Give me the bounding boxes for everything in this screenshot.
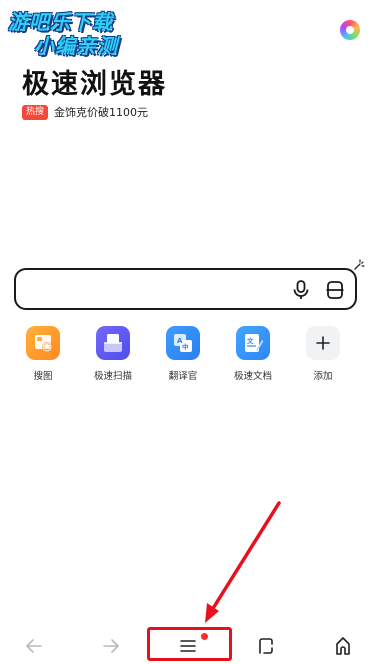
bottom-navigation-bar: [0, 630, 375, 664]
document-icon: 文: [236, 326, 270, 360]
watermark-line1: 游吧乐下载: [8, 10, 113, 34]
shortcut-image-search[interactable]: 搜图: [8, 326, 78, 382]
search-box[interactable]: [14, 268, 357, 310]
hot-search-item[interactable]: 热搜 金饰克价破1100元: [22, 104, 148, 120]
microphone-icon[interactable]: [291, 279, 311, 301]
scan-icon[interactable]: [325, 279, 345, 301]
svg-text:文: 文: [246, 336, 254, 345]
notification-dot: [201, 633, 208, 640]
shortcut-translator[interactable]: A 中 翻译官: [148, 326, 218, 382]
plus-icon: [306, 326, 340, 360]
shortcut-add[interactable]: 添加: [288, 326, 358, 382]
app-title: 极速浏览器: [22, 69, 167, 100]
shortcut-label: 极速文档: [233, 371, 272, 382]
search-input[interactable]: [28, 278, 292, 302]
shortcut-label: 添加: [313, 371, 333, 382]
shortcut-label: 翻译官: [168, 371, 198, 382]
watermark: 游吧乐下载 小编亲测: [8, 10, 158, 58]
hot-search-text: 金饰克价破1100元: [54, 106, 149, 119]
scanner-icon: [96, 326, 130, 360]
shortcut-scanner[interactable]: 极速扫描: [78, 326, 148, 382]
translate-icon: A 中: [166, 326, 200, 360]
home-icon[interactable]: [331, 634, 355, 658]
shortcut-grid: 搜图 极速扫描 A 中 翻译官 文 极速文档 添加: [8, 326, 368, 382]
shortcut-label: 搜图: [33, 371, 53, 382]
hot-badge: 热搜: [22, 104, 49, 120]
watermark-line2: 小编亲测: [34, 34, 118, 58]
ai-assistant-icon[interactable]: [340, 20, 360, 40]
image-search-icon: [26, 326, 60, 360]
shortcut-label: 极速扫描: [93, 371, 132, 382]
forward-arrow-icon[interactable]: [99, 634, 123, 658]
back-arrow-icon[interactable]: [22, 634, 46, 658]
menu-icon[interactable]: [176, 634, 200, 658]
browser-home-screen: 游吧乐下载 小编亲测 极速浏览器 热搜 金饰克价破1100元 搜图 极速扫描 A…: [0, 0, 375, 664]
sparkle-icon: [354, 259, 365, 270]
svg-text:中: 中: [182, 342, 189, 351]
tabs-icon[interactable]: [254, 634, 278, 658]
shortcut-document[interactable]: 文 极速文档: [218, 326, 288, 382]
